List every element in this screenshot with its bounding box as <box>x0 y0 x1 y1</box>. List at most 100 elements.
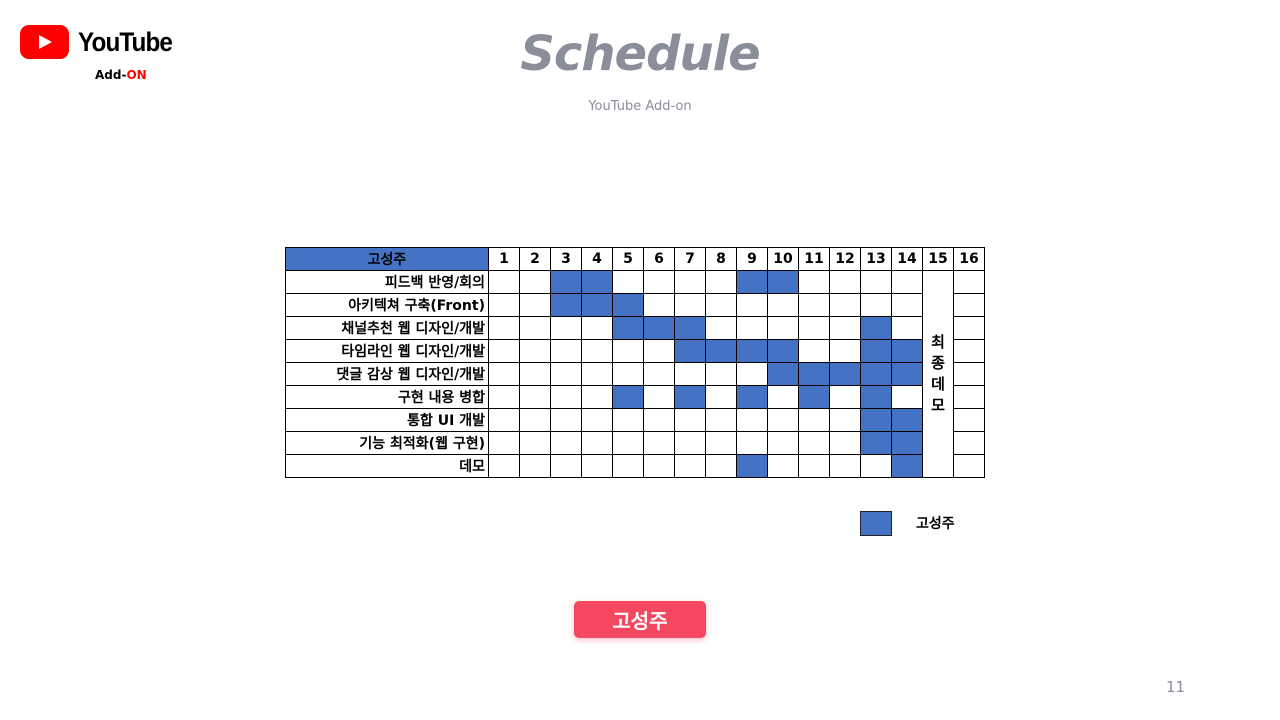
schedule-cell <box>550 339 582 363</box>
schedule-cell <box>519 270 551 294</box>
schedule-cell <box>612 339 644 363</box>
final-demo-char: 모 <box>931 396 945 414</box>
week-header: 8 <box>705 247 737 271</box>
schedule-cell-active <box>767 339 799 363</box>
week-header: 9 <box>736 247 768 271</box>
schedule-cell <box>519 339 551 363</box>
week-header: 12 <box>829 247 861 271</box>
schedule-cell <box>488 362 520 386</box>
schedule-cell-active <box>674 339 706 363</box>
schedule-cell <box>767 316 799 340</box>
schedule-cell <box>488 408 520 432</box>
schedule-cell <box>953 385 985 409</box>
schedule-cell <box>798 316 830 340</box>
schedule-cell-active <box>891 362 923 386</box>
schedule-cell <box>736 316 768 340</box>
week-header: 16 <box>953 247 985 271</box>
task-name: 채널추천 웹 디자인/개발 <box>285 316 489 340</box>
task-row: 타임라인 웹 디자인/개발 <box>285 339 985 363</box>
task-name: 구현 내용 병합 <box>285 385 489 409</box>
schedule-cell-active <box>891 431 923 455</box>
schedule-header-label: 고성주 <box>285 247 489 271</box>
task-name: 아키텍쳐 구축(Front) <box>285 293 489 317</box>
schedule-cell <box>953 339 985 363</box>
schedule-cell <box>488 454 520 478</box>
week-header: 7 <box>674 247 706 271</box>
schedule-cell <box>519 431 551 455</box>
schedule-cell <box>891 270 923 294</box>
schedule-cell-active <box>829 362 861 386</box>
schedule-cell <box>705 385 737 409</box>
schedule-cell-active <box>674 316 706 340</box>
schedule-cell-active <box>798 362 830 386</box>
week-header: 10 <box>767 247 799 271</box>
schedule-cell <box>550 408 582 432</box>
final-demo-char: 최 <box>931 333 945 351</box>
task-row: 아키텍쳐 구축(Front) <box>285 293 985 317</box>
schedule-cell-active <box>860 339 892 363</box>
schedule-cell <box>519 454 551 478</box>
schedule-cell-active <box>612 293 644 317</box>
presenter-button[interactable]: 고성주 <box>574 601 706 638</box>
task-row: 댓글 감상 웹 디자인/개발 <box>285 362 985 386</box>
schedule-cell-active <box>860 316 892 340</box>
schedule-cell <box>519 293 551 317</box>
schedule-cell <box>643 454 675 478</box>
schedule-cell <box>581 362 613 386</box>
schedule-cell <box>891 316 923 340</box>
schedule-cell <box>891 293 923 317</box>
schedule-cell <box>705 316 737 340</box>
schedule-cell <box>581 385 613 409</box>
schedule-cell <box>674 270 706 294</box>
schedule-cell <box>829 339 861 363</box>
schedule-cell-active <box>550 293 582 317</box>
schedule-cell <box>643 270 675 294</box>
final-demo-char: 종 <box>931 354 945 372</box>
schedule-cell <box>581 408 613 432</box>
task-row: 기능 최적화(웹 구현) <box>285 431 985 455</box>
schedule-header-row: 고성주 1 2 3 4 5 6 7 8 9 10 11 12 13 14 15 16 <box>285 247 985 271</box>
schedule-cell <box>798 454 830 478</box>
schedule-cell <box>829 316 861 340</box>
schedule-cell-active <box>581 270 613 294</box>
schedule-cell <box>767 385 799 409</box>
schedule-cell <box>798 293 830 317</box>
schedule-cell <box>488 316 520 340</box>
schedule-cell <box>705 454 737 478</box>
schedule-cell <box>581 339 613 363</box>
schedule-cell <box>550 431 582 455</box>
week-header: 6 <box>643 247 675 271</box>
final-demo-column: 최종데모 <box>922 270 954 478</box>
legend-label: 고성주 <box>916 516 955 532</box>
schedule-cell-active <box>736 270 768 294</box>
schedule-cell <box>860 270 892 294</box>
week-header: 2 <box>519 247 551 271</box>
schedule-cell <box>705 293 737 317</box>
schedule-cell <box>612 454 644 478</box>
week-header: 3 <box>550 247 582 271</box>
schedule-cell <box>736 362 768 386</box>
schedule-cell <box>829 385 861 409</box>
schedule-cell <box>829 270 861 294</box>
schedule-cell <box>736 431 768 455</box>
task-row: 피드백 반영/회의 최 종 데 모 <box>285 270 985 478</box>
schedule-cell-active <box>612 385 644 409</box>
schedule-cell <box>581 454 613 478</box>
schedule-cell-active <box>643 316 675 340</box>
schedule-cell <box>519 362 551 386</box>
schedule-cell <box>798 339 830 363</box>
schedule-cell <box>550 385 582 409</box>
task-row: 통합 UI 개발 <box>285 408 985 432</box>
schedule-cell <box>798 408 830 432</box>
task-row: 구현 내용 병합 <box>285 385 985 409</box>
schedule-cell-active <box>581 293 613 317</box>
schedule-cell <box>891 385 923 409</box>
schedule-cell <box>643 362 675 386</box>
task-row: 데모 <box>285 454 985 478</box>
schedule-cell <box>953 408 985 432</box>
schedule-cell <box>736 293 768 317</box>
week-header: 14 <box>891 247 923 271</box>
schedule-cell <box>798 270 830 294</box>
schedule-cell-active <box>767 362 799 386</box>
week-header: 4 <box>581 247 613 271</box>
